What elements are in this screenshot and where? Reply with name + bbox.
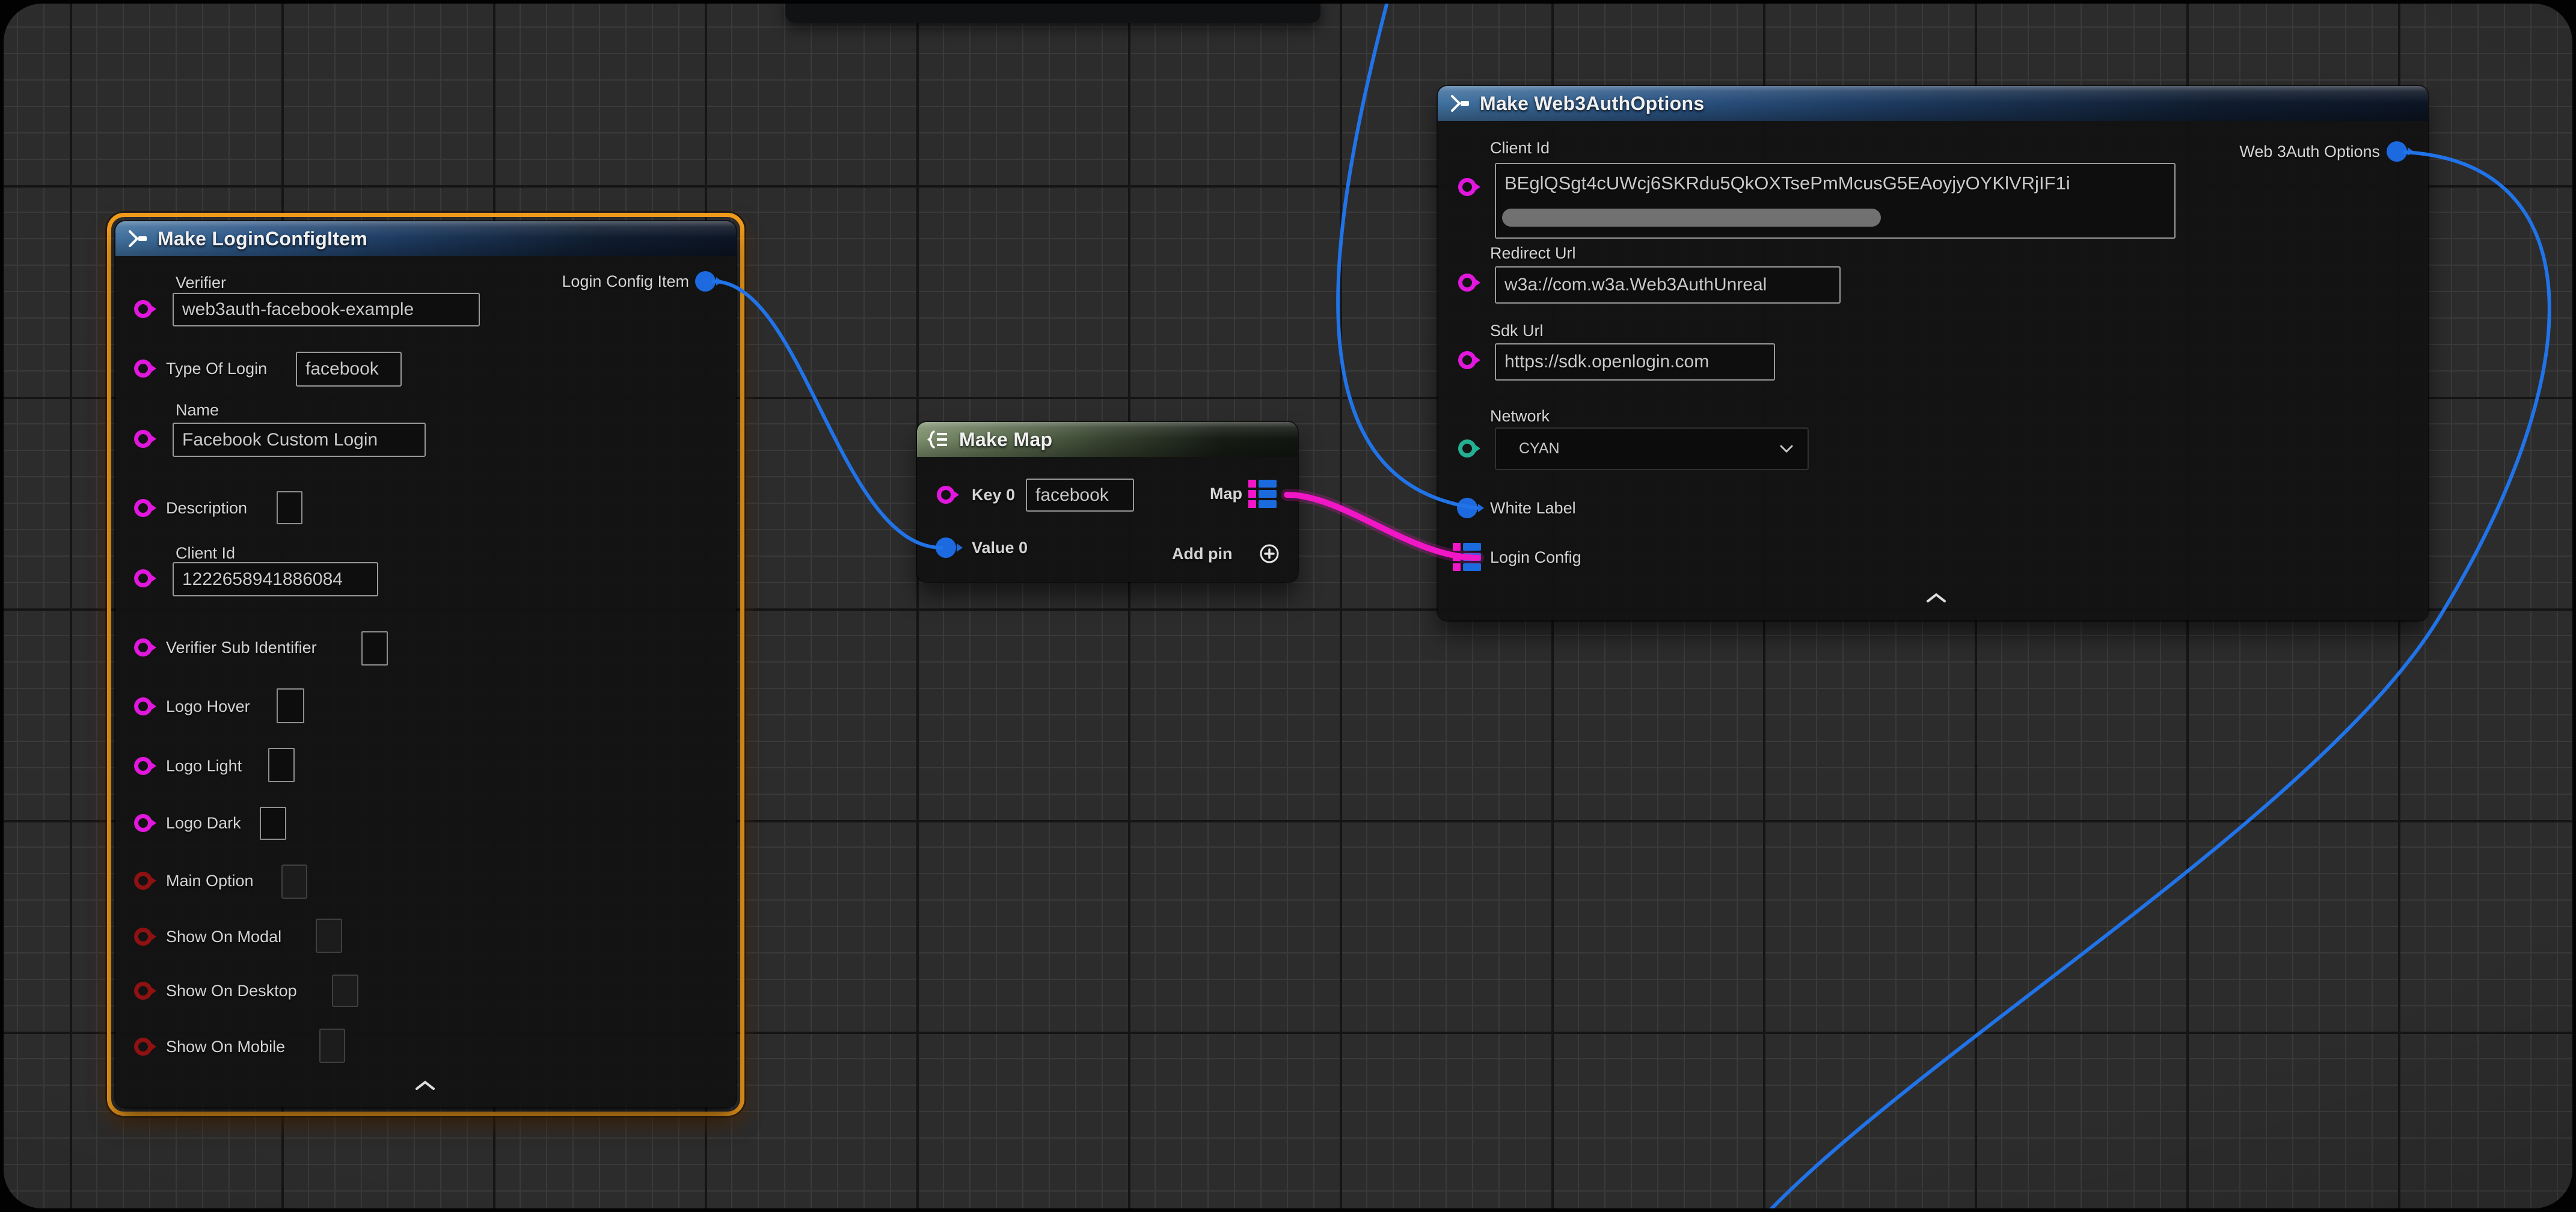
logo-dark-input[interactable] [260, 807, 286, 840]
client-id-input[interactable]: BEglQSgt4cUWcj6SKRdu5QkOXTsePmMcusG5EAoy… [1495, 163, 2176, 239]
show-on-mobile-checkbox[interactable] [319, 1029, 345, 1063]
key-0-input[interactable]: facebook [1026, 479, 1134, 512]
add-pin-icon[interactable] [1259, 543, 1280, 565]
verifier-sub-identifier-input[interactable] [361, 631, 388, 666]
pin-label-verifier-sub-identifier: Verifier Sub Identifier [166, 639, 317, 656]
node-make-web3authoptions[interactable]: Make Web3AuthOptions Web 3Auth Options C… [1438, 86, 2428, 620]
make-struct-icon [125, 228, 149, 249]
pin-verifier[interactable] [134, 300, 152, 318]
pin-network[interactable] [1458, 439, 1476, 458]
blueprint-graph-canvas[interactable]: Make LoginConfigItem Login Config Item V… [4, 4, 2572, 1208]
node-header[interactable]: Make Map [917, 422, 1298, 457]
sdk-url-input[interactable]: https://sdk.openlogin.com [1495, 343, 1775, 381]
pin-label-description: Description [166, 500, 247, 516]
node-make-loginconfigitem[interactable]: Make LoginConfigItem Login Config Item V… [115, 221, 736, 1107]
pin-label-sdk-url: Sdk Url [1490, 322, 1544, 339]
add-pin-label[interactable]: Add pin [1172, 545, 1232, 562]
node-title: Make Map [959, 429, 1052, 451]
pin-white-label[interactable] [1457, 498, 1477, 518]
pin-type-of-login[interactable] [134, 360, 152, 378]
pin-label-type-of-login: Type Of Login [166, 360, 267, 377]
pin-name[interactable] [134, 430, 152, 448]
pin-label-client-id: Client Id [1490, 139, 1550, 156]
node-title: Make LoginConfigItem [158, 228, 367, 250]
pin-label-login-config: Login Config [1490, 549, 1581, 566]
wire-loginconfigitem-to-value0[interactable] [713, 281, 942, 548]
offscreen-node-bottom-edge[interactable] [785, 4, 1320, 23]
output-pin-label: Login Config Item [562, 273, 689, 290]
show-on-desktop-checkbox[interactable] [332, 975, 358, 1007]
output-pin-map[interactable] [1248, 480, 1277, 508]
pin-label-logo-light: Logo Light [166, 758, 242, 774]
node-header[interactable]: Make LoginConfigItem [115, 221, 736, 256]
pin-label-redirect-url: Redirect Url [1490, 245, 1576, 262]
collapse-chevron-icon[interactable] [1926, 592, 1946, 603]
network-dropdown-value: CYAN [1519, 440, 1560, 458]
pin-label-client-id: Client Id [176, 545, 235, 562]
show-on-modal-checkbox[interactable] [316, 919, 342, 953]
pin-label-white-label: White Label [1490, 500, 1576, 516]
pin-description[interactable] [134, 499, 152, 517]
pin-label-main-option: Main Option [166, 872, 254, 889]
node-title: Make Web3AuthOptions [1480, 93, 1704, 115]
network-dropdown[interactable]: CYAN [1495, 427, 1809, 470]
chevron-down-icon [1780, 445, 1793, 453]
pin-main-option[interactable] [134, 872, 152, 890]
pin-label-show-on-modal: Show On Modal [166, 928, 281, 945]
main-option-checkbox[interactable] [281, 865, 307, 899]
client-id-scrollbar[interactable] [1502, 209, 1881, 227]
redirect-url-input[interactable]: w3a://com.w3a.Web3AuthUnreal [1495, 266, 1841, 304]
pin-label-name: Name [176, 402, 219, 418]
pin-show-on-desktop[interactable] [134, 982, 152, 1000]
pin-logo-light[interactable] [134, 757, 152, 775]
output-pin-label: Web 3Auth Options [2239, 143, 2380, 160]
type-of-login-input[interactable]: facebook [296, 352, 402, 387]
pin-sdk-url[interactable] [1458, 351, 1476, 369]
pin-label-show-on-mobile: Show On Mobile [166, 1038, 285, 1055]
pin-label-verifier: Verifier [176, 274, 226, 291]
pin-logo-dark[interactable] [134, 814, 152, 832]
client-id-input[interactable]: 1222658941886084 [173, 562, 378, 596]
description-input[interactable] [277, 491, 302, 524]
output-pin-web3auth-options[interactable] [2387, 141, 2407, 162]
pin-client-id[interactable] [1458, 178, 1476, 196]
pin-value-0[interactable] [936, 537, 956, 558]
name-input[interactable]: Facebook Custom Login [173, 423, 426, 457]
pin-label-show-on-desktop: Show On Desktop [166, 982, 297, 999]
make-map-icon [927, 429, 951, 450]
pin-redirect-url[interactable] [1458, 274, 1476, 292]
pin-verifier-sub-identifier[interactable] [134, 638, 152, 656]
pin-label-key-0: Key 0 [972, 486, 1015, 503]
pin-client-id[interactable] [134, 569, 152, 587]
pin-label-value-0: Value 0 [972, 539, 1028, 556]
logo-hover-input[interactable] [277, 688, 304, 723]
collapse-chevron-icon[interactable] [415, 1080, 435, 1091]
pin-key-0[interactable] [937, 486, 955, 504]
pin-label-network: Network [1490, 408, 1550, 424]
pin-show-on-modal[interactable] [134, 928, 152, 946]
pin-label-logo-dark: Logo Dark [166, 815, 241, 831]
pin-login-config[interactable] [1453, 543, 1482, 571]
node-header[interactable]: Make Web3AuthOptions [1438, 86, 2428, 121]
pin-label-logo-hover: Logo Hover [166, 698, 250, 715]
output-pin-login-config-item[interactable] [695, 271, 716, 292]
verifier-input[interactable]: web3auth-facebook-example [173, 293, 480, 326]
pin-logo-hover[interactable] [134, 697, 152, 715]
pin-show-on-mobile[interactable] [134, 1038, 152, 1056]
make-struct-icon [1447, 93, 1471, 114]
logo-light-input[interactable] [268, 748, 295, 782]
output-pin-label: Map [1210, 485, 1242, 502]
node-make-map[interactable]: Make Map Key 0 facebook Map Value 0 Add … [917, 422, 1298, 582]
